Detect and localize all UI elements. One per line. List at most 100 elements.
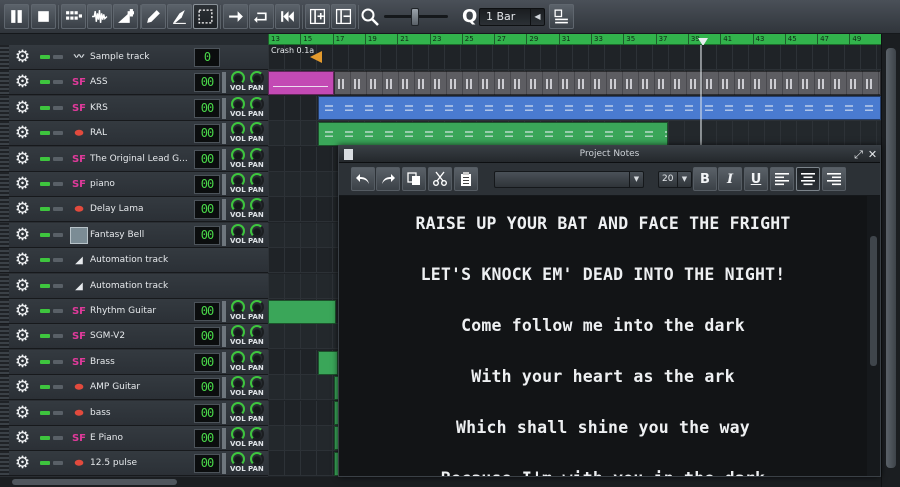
align-center-button[interactable]	[796, 167, 820, 191]
solo-toggle[interactable]	[53, 436, 63, 440]
mute-toggle[interactable]	[40, 461, 50, 466]
align-right-button[interactable]	[822, 167, 846, 191]
track-grip-handle[interactable]	[0, 451, 9, 476]
chevron-down-icon[interactable]: ▼	[677, 172, 691, 187]
panning-knob[interactable]	[250, 325, 264, 340]
track-name[interactable]: SGM-V2	[90, 324, 192, 348]
mute-toggle[interactable]	[40, 156, 50, 161]
track-row[interactable]: ⚙ ◢ Automation track	[0, 273, 268, 299]
autoscroll-button[interactable]	[223, 4, 248, 29]
track-grip-handle[interactable]	[0, 121, 9, 146]
bold-button[interactable]: B	[693, 167, 717, 191]
loop-points-button[interactable]	[249, 4, 274, 29]
gear-icon[interactable]: ⚙	[13, 276, 32, 296]
vertical-scrollbar[interactable]	[881, 34, 900, 487]
solo-toggle[interactable]	[53, 258, 63, 263]
track-row[interactable]: ⚙ SF Brass 00 VOL PAN	[0, 349, 268, 375]
track-grip-handle[interactable]	[0, 222, 9, 247]
solo-toggle[interactable]	[53, 80, 63, 85]
maximize-icon[interactable]: ⤢	[852, 148, 865, 161]
solo-toggle[interactable]	[53, 232, 63, 237]
track-grip-handle[interactable]	[0, 248, 9, 273]
volume-knob[interactable]	[231, 71, 245, 86]
mute-toggle[interactable]	[40, 55, 50, 59]
timeline-ruler[interactable]: 13 15 17 19 21 23 25 27 29 31 33 35 37 39 41 43 45 47 49	[268, 34, 881, 46]
font-size-select[interactable]: 20 ▼	[658, 171, 692, 188]
volume-knob[interactable]	[231, 325, 245, 340]
panning-knob[interactable]	[250, 96, 264, 111]
copy-button[interactable]	[402, 167, 426, 191]
track-name[interactable]: Automation track	[90, 274, 192, 298]
gear-icon[interactable]: ⚙	[13, 73, 32, 92]
pattern-clip[interactable]	[334, 71, 881, 95]
playhead-marker-icon[interactable]	[698, 34, 708, 46]
mute-toggle[interactable]	[40, 385, 50, 390]
mute-toggle[interactable]	[40, 131, 50, 136]
track-row[interactable]: ⚙ SF KRS 00 VOL PAN	[0, 95, 268, 121]
solo-toggle[interactable]	[53, 359, 63, 364]
mute-toggle[interactable]	[40, 232, 50, 237]
volume-knob[interactable]	[231, 198, 245, 213]
volume-knob[interactable]	[231, 427, 245, 441]
track-grip-handle[interactable]	[0, 70, 9, 95]
zoom-slider-handle[interactable]	[411, 8, 419, 26]
chevron-left-icon[interactable]: ◀	[530, 9, 544, 25]
pattern-clip[interactable]	[268, 71, 334, 95]
track-row[interactable]: ⚙ ⬬ RAL 00 VOL PAN	[0, 121, 268, 147]
track-grip-handle[interactable]	[0, 426, 9, 450]
remove-bar-button[interactable]	[331, 4, 356, 29]
volume-knob[interactable]	[231, 96, 245, 111]
solo-toggle[interactable]	[53, 309, 63, 313]
track-row[interactable]: ⚙ ⬬ 12.5 pulse 00 VOL PAN	[0, 451, 268, 477]
track-name[interactable]: 12.5 pulse	[90, 451, 192, 475]
pattern-clip[interactable]: Crash 0.1a	[268, 45, 328, 69]
stop-button[interactable]	[31, 4, 56, 29]
gear-icon[interactable]: ⚙	[13, 378, 32, 397]
mute-toggle[interactable]	[40, 309, 50, 313]
volume-knob[interactable]	[231, 401, 245, 416]
solo-toggle[interactable]	[53, 105, 63, 110]
track-grip-handle[interactable]	[0, 95, 9, 120]
track-name[interactable]: The Original Lead G...	[90, 147, 192, 171]
notes-scrollbar[interactable]	[867, 196, 880, 476]
track-row[interactable]: ⚙ Fantasy Bell 00 VOL PAN	[0, 222, 268, 248]
volume-knob[interactable]	[231, 452, 245, 467]
redo-button[interactable]	[376, 167, 400, 191]
gear-icon[interactable]: ⚙	[13, 149, 32, 169]
track-grip-handle[interactable]	[0, 324, 9, 349]
track-name[interactable]: Brass	[90, 350, 192, 374]
track-row[interactable]: ⚙ 〰 Sample track 0	[0, 45, 268, 70]
track-name[interactable]: piano	[90, 172, 192, 196]
gear-icon[interactable]: ⚙	[13, 454, 32, 473]
track-name[interactable]: Delay Lama	[90, 197, 192, 221]
panning-knob[interactable]	[250, 452, 264, 467]
track-grip-handle[interactable]	[0, 299, 9, 323]
gear-icon[interactable]: ⚙	[13, 251, 32, 270]
gear-icon[interactable]: ⚙	[13, 124, 32, 143]
horizontal-scrollbar[interactable]	[0, 477, 881, 487]
gear-icon[interactable]: ⚙	[13, 175, 32, 194]
track-grip-handle[interactable]	[0, 45, 9, 69]
mute-toggle[interactable]	[40, 105, 50, 110]
track-name[interactable]: RAL	[90, 121, 192, 145]
mute-toggle[interactable]	[40, 258, 50, 263]
volume-knob[interactable]	[231, 300, 245, 314]
panning-knob[interactable]	[250, 300, 264, 314]
add-automation-track-button[interactable]	[113, 4, 138, 29]
paste-button[interactable]	[454, 167, 478, 191]
select-mode-button[interactable]	[193, 4, 218, 29]
vertical-scrollbar-thumb[interactable]	[886, 48, 896, 468]
track-row[interactable]: ⚙ ⬬ AMP Guitar 00 VOL PAN	[0, 375, 268, 401]
track-grip-handle[interactable]	[0, 172, 9, 196]
track-name[interactable]: KRS	[90, 96, 192, 120]
track-name[interactable]: Sample track	[90, 45, 192, 69]
close-icon[interactable]: ✕	[866, 148, 879, 161]
undo-button[interactable]	[351, 167, 375, 191]
track-grip-handle[interactable]	[0, 349, 9, 374]
gear-icon[interactable]: ⚙	[13, 327, 32, 346]
add-beat-track-button[interactable]	[61, 4, 86, 29]
track-row[interactable]: ⚙ ⬬ bass 00 VOL PAN	[0, 400, 268, 426]
pattern-clip[interactable]	[318, 96, 881, 120]
notes-scrollbar-thumb[interactable]	[870, 236, 877, 366]
volume-knob[interactable]	[231, 223, 245, 238]
